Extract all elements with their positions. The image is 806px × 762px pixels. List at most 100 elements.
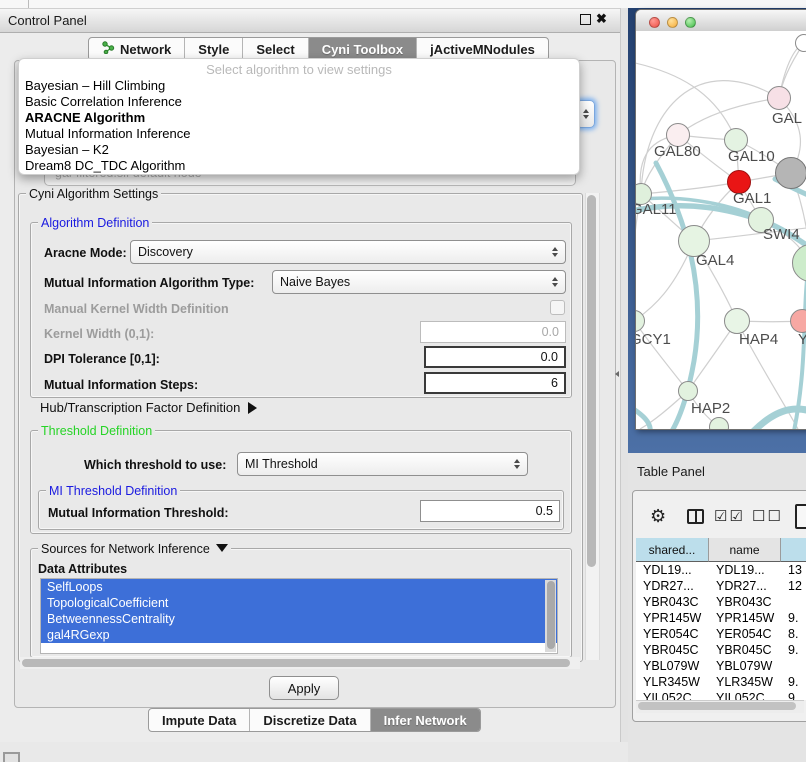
node-label-gal10: GAL10 (728, 148, 775, 165)
settings-hscrollbar-thumb[interactable] (22, 659, 570, 667)
network-canvas[interactable]: GAL GAL80 GAL10 GAL1 GAL11 SWI4 GAL4 GCY… (636, 31, 806, 429)
attribute-item[interactable]: SelfLoops (41, 579, 557, 595)
tab-cyni-toolbox[interactable]: Cyni Toolbox (309, 38, 417, 60)
table-row[interactable]: YBL079W YBL079W (636, 658, 806, 674)
cell: YBL079W (636, 658, 709, 674)
cell: 8. (781, 626, 806, 642)
table-row[interactable]: YIL052C YIL052C 9 (636, 690, 806, 700)
tab-impute-data[interactable]: Impute Data (149, 709, 250, 731)
cell: YDR27... (636, 578, 709, 594)
export-table-icon[interactable] (795, 504, 806, 529)
bottom-left-widget-icon[interactable] (3, 752, 20, 762)
cell: YIL052C (709, 690, 781, 700)
network-window[interactable]: GAL GAL80 GAL10 GAL1 GAL11 SWI4 GAL4 GCY… (635, 9, 806, 430)
attribute-item[interactable]: BetweennessCentrality (41, 611, 557, 627)
tab-style[interactable]: Style (185, 38, 243, 60)
mi-type-combo[interactable]: Naive Bayes (272, 270, 566, 294)
table-row[interactable]: YBR045C YBR045C 9. (636, 642, 806, 658)
dropdown-item-basic-correlation[interactable]: Basic Correlation Inference (23, 94, 575, 110)
dropdown-item-mutual-info[interactable]: Mutual Information Inference (23, 126, 575, 142)
cell: YPR145W (636, 610, 709, 626)
close-traffic-light[interactable] (649, 17, 660, 28)
attribute-item[interactable]: gal4RGexp (41, 627, 557, 643)
column-header-shared[interactable]: shared... (636, 538, 709, 562)
deselect-all-checkboxes-icon[interactable]: ☐☐ (752, 507, 783, 525)
attribute-item[interactable]: TopologicalCoefficient (41, 595, 557, 611)
dropdown-item-bayesian-k2[interactable]: Bayesian – K2 (23, 142, 575, 158)
float-window-icon[interactable] (580, 14, 591, 25)
table-row[interactable]: YBR043C YBR043C (636, 594, 806, 610)
dropdown-item-bayesian-hill[interactable]: Bayesian – Hill Climbing (23, 78, 575, 94)
zoom-traffic-light[interactable] (685, 17, 696, 28)
select-all-checkboxes-icon[interactable]: ☑☑ (714, 507, 745, 525)
mi-threshold-group-title: MI Threshold Definition (46, 484, 180, 498)
network-node-gray[interactable] (775, 157, 806, 189)
column-header-name[interactable]: name (709, 538, 781, 562)
dropdown-item-dream8[interactable]: Dream8 DC_TDC Algorithm (23, 158, 575, 174)
mi-threshold-input[interactable]: 0.5 (420, 500, 560, 522)
which-threshold-label: Which threshold to use: (84, 458, 226, 472)
which-threshold-combo[interactable]: MI Threshold (237, 452, 528, 476)
cell: YLR345W (636, 674, 709, 690)
close-icon[interactable]: ✖ (596, 11, 607, 27)
gear-icon[interactable]: ⚙ (650, 506, 666, 527)
node-label-gcy1: GCY1 (636, 331, 671, 348)
tab-infer-label: Infer Network (384, 713, 467, 728)
network-window-titlebar[interactable] (636, 10, 806, 32)
cell: 13 (781, 562, 806, 578)
algorithm-dropdown-list: Select algorithm to view settings Bayesi… (18, 58, 580, 175)
cell: YDL19... (709, 562, 781, 578)
mi-threshold-value: 0.5 (536, 504, 553, 518)
sources-group-title[interactable]: Sources for Network Inference (38, 542, 231, 556)
mi-steps-input[interactable]: 6 (424, 372, 566, 394)
table-row[interactable]: YDR27... YDR27... 12 (636, 578, 806, 594)
aracne-mode-label: Aracne Mode: (44, 246, 127, 260)
table-hscrollbar-thumb[interactable] (638, 702, 796, 710)
mi-type-label: Mutual Information Algorithm Type: (44, 276, 254, 290)
node-label-gal1: GAL1 (733, 190, 771, 207)
dropdown-item-aracne[interactable]: ARACNE Algorithm (23, 110, 575, 126)
screen: Control Panel ✖ Network Style Select Cyn… (0, 0, 806, 762)
cell (781, 594, 806, 610)
columns-icon[interactable] (687, 509, 704, 524)
settings-vscrollbar-thumb[interactable] (587, 195, 596, 567)
manual-kernel-checkbox[interactable] (550, 300, 565, 315)
dpi-tolerance-input[interactable]: 0.0 (424, 346, 566, 368)
table-row[interactable]: YPR145W YPR145W 9. (636, 610, 806, 626)
tab-jactivemnodules-label: jActiveMNodules (430, 42, 535, 57)
mi-steps-label: Mutual Information Steps: (44, 378, 198, 392)
tab-jactivemnodules[interactable]: jActiveMNodules (417, 38, 548, 60)
tab-discretize-label: Discretize Data (263, 713, 356, 728)
data-attributes-list[interactable]: SelfLoops TopologicalCoefficient Between… (40, 578, 558, 654)
network-node-hap2[interactable] (678, 381, 698, 401)
hub-definition-toggle[interactable]: Hub/Transcription Factor Definition (40, 400, 257, 415)
table-body[interactable]: YDL19... YDL19... 13 YDR27... YDR27... 1… (636, 562, 806, 700)
cell: 12 (781, 578, 806, 594)
tab-network[interactable]: Network (89, 38, 185, 60)
table-row[interactable]: YLR345W YLR345W 9. (636, 674, 806, 690)
cell: YER054C (709, 626, 781, 642)
manual-kernel-label: Manual Kernel Width Definition (44, 302, 229, 316)
column-header-partial[interactable] (781, 538, 806, 562)
apply-button[interactable]: Apply (269, 676, 339, 700)
kernel-width-input[interactable]: 0.0 (420, 321, 566, 343)
algorithm-dropdown-items: Bayesian – Hill Climbing Basic Correlati… (23, 78, 575, 174)
stepper-up-icon (583, 109, 589, 113)
table-row[interactable]: YDL19... YDL19... 13 (636, 562, 806, 578)
tab-infer-network[interactable]: Infer Network (371, 709, 480, 731)
aracne-mode-combo[interactable]: Discovery (130, 240, 566, 264)
cell: YBR043C (636, 594, 709, 610)
apply-button-label: Apply (288, 681, 321, 696)
table-panel-title: Table Panel (637, 464, 705, 479)
tab-select-label: Select (256, 42, 294, 57)
network-node[interactable] (767, 86, 791, 110)
network-node[interactable] (795, 34, 806, 52)
tab-select[interactable]: Select (243, 38, 308, 60)
cell: 9. (781, 610, 806, 626)
attributes-scrollbar-thumb[interactable] (547, 581, 555, 649)
control-panel-titlebar (0, 8, 628, 33)
tab-discretize-data[interactable]: Discretize Data (250, 709, 370, 731)
divider-collapse-icon[interactable] (615, 371, 619, 377)
minimize-traffic-light[interactable] (667, 17, 678, 28)
table-row[interactable]: YER054C YER054C 8. (636, 626, 806, 642)
